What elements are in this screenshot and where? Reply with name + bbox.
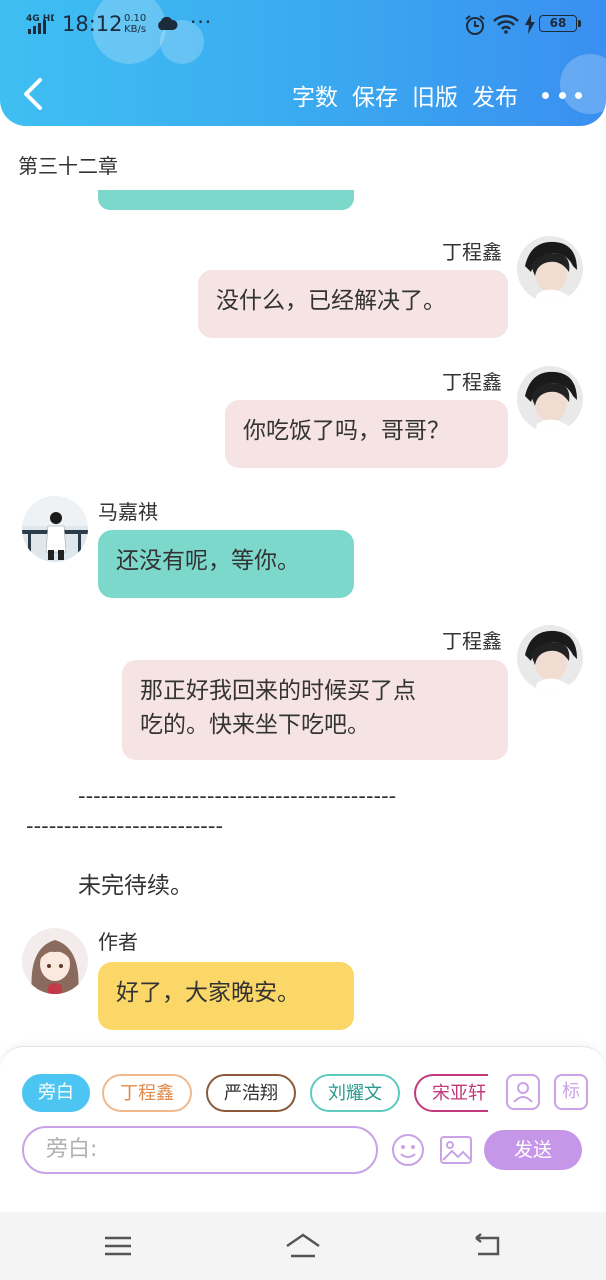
- wifi-icon: [493, 14, 519, 34]
- back-arrow-icon[interactable]: [20, 76, 48, 112]
- message-text: 好了，大家晚安。: [116, 980, 300, 1006]
- speed-unit: KB/s: [124, 24, 147, 35]
- message-text: 没什么，已经解决了。: [216, 288, 446, 314]
- status-bar: 4G HD 18:12 0.10 KB/s ··· 68: [0, 8, 606, 42]
- role-chip-dingchengxin[interactable]: 丁程鑫: [102, 1074, 192, 1112]
- narration-text: 未完待续。: [78, 873, 193, 899]
- message-bubble[interactable]: 还没有呢，等你。: [98, 530, 354, 598]
- cloud-icon: [158, 16, 178, 30]
- system-nav-bar: [0, 1212, 606, 1280]
- message-text: 你吃饭了吗，哥哥？: [243, 418, 450, 444]
- message-text: 还没有呢，等你。: [116, 548, 300, 574]
- avatar-majiaqi[interactable]: [22, 496, 88, 562]
- role-chip-yanhaoxiang[interactable]: 严浩翔: [206, 1074, 296, 1112]
- send-button[interactable]: 发送: [484, 1130, 582, 1170]
- alarm-icon: [465, 15, 485, 35]
- publish-button[interactable]: 发布: [472, 78, 518, 112]
- tag-button-label: 标: [562, 1081, 580, 1102]
- network-label: 4G HD: [26, 14, 54, 24]
- battery-level: 68: [539, 15, 581, 32]
- avatar-image: [22, 496, 88, 562]
- avatar-dingchengxin[interactable]: [517, 625, 583, 691]
- avatar-author[interactable]: [22, 928, 88, 994]
- clock: 18:12: [62, 12, 123, 36]
- avatar-image: [22, 928, 88, 994]
- input-placeholder: 旁白:: [46, 1137, 98, 1162]
- role-chip-narration[interactable]: 旁白: [22, 1074, 90, 1112]
- status-more: ···: [190, 10, 213, 34]
- chapter-title: 第三十二章: [18, 154, 118, 178]
- save-button[interactable]: 保存: [352, 78, 398, 112]
- sender-name: 丁程鑫: [442, 370, 502, 394]
- image-icon[interactable]: [438, 1132, 474, 1168]
- sender-name: 作者: [98, 930, 138, 954]
- network-speed: 0.10 KB/s: [124, 13, 146, 35]
- role-chip-liuyaowen[interactable]: 刘耀文: [310, 1074, 400, 1112]
- word-count-button[interactable]: 字数: [292, 78, 338, 112]
- message-bubble[interactable]: 好了，大家晚安。: [98, 962, 354, 1030]
- separator-line: --------------------------: [26, 814, 224, 838]
- role-chip-songyaxuan[interactable]: 宋亚轩: [414, 1074, 488, 1112]
- sender-name: 丁程鑫: [442, 629, 502, 653]
- avatar-image: [517, 625, 583, 691]
- signal-icon: 4G HD: [26, 14, 54, 34]
- editor-toolbar: 字数 保存 旧版 发布: [292, 76, 582, 114]
- message-bubble[interactable]: 那正好我回来的时候买了点 吃的。快来坐下吃吧。: [122, 660, 508, 760]
- avatar-image: [517, 366, 583, 432]
- avatar-dingchengxin[interactable]: [517, 366, 583, 432]
- charging-icon: [525, 14, 535, 34]
- message-text-line: 那正好我回来的时候买了点: [140, 678, 416, 704]
- separator-line: ----------------------------------------…: [78, 784, 397, 808]
- sender-name: 丁程鑫: [442, 240, 502, 264]
- app-header: 4G HD 18:12 0.10 KB/s ··· 68: [0, 0, 606, 126]
- message-bubble[interactable]: 没什么，已经解决了。: [198, 270, 508, 338]
- more-options-icon[interactable]: [542, 85, 582, 105]
- message-input[interactable]: 旁白:: [22, 1126, 378, 1174]
- person-card-icon: [513, 1082, 533, 1103]
- message-bubble[interactable]: 你吃饭了吗，哥哥？: [225, 400, 508, 468]
- home-icon[interactable]: [283, 1230, 323, 1262]
- speed-value: 0.10: [124, 13, 147, 24]
- previous-message-bubble: [98, 190, 354, 210]
- tag-button[interactable]: 标: [554, 1074, 588, 1110]
- sender-name: 马嘉祺: [98, 500, 158, 524]
- old-version-button[interactable]: 旧版: [412, 78, 458, 112]
- avatar-dingchengxin[interactable]: [517, 236, 583, 302]
- menu-icon[interactable]: [98, 1230, 138, 1262]
- back-icon[interactable]: [468, 1230, 508, 1262]
- emoji-icon[interactable]: [390, 1132, 426, 1168]
- character-manage-button[interactable]: [506, 1074, 540, 1110]
- message-text-line: 吃的。快来坐下吃吧。: [140, 712, 370, 738]
- avatar-image: [517, 236, 583, 302]
